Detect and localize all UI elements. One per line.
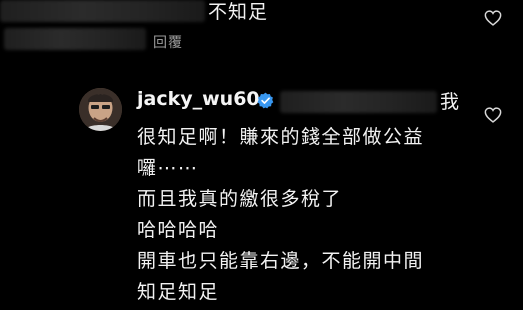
- reply-button[interactable]: 回覆: [153, 32, 183, 52]
- blurred-comment-text: [0, 0, 205, 22]
- comment-line-3: 而且我真的繳很多稅了: [137, 188, 343, 210]
- avatar[interactable]: [79, 88, 122, 131]
- comment-first-line-tail: 我: [440, 91, 461, 113]
- comment-line-5: 開車也只能靠右邊，不能開中間: [137, 250, 425, 272]
- comment-line-2: 囉⋯⋯: [137, 157, 199, 179]
- heart-outline-icon[interactable]: [484, 107, 502, 123]
- blurred-comment-meta: [4, 28, 146, 50]
- comment-line-6: 知足知足: [137, 281, 220, 303]
- avatar-image: [79, 88, 122, 131]
- verified-badge-icon: [257, 92, 274, 109]
- comment-line-1: 很知足啊！賺來的錢全部做公益: [137, 126, 425, 148]
- top-comment-text: 不知足: [208, 1, 269, 23]
- heart-outline-icon[interactable]: [484, 10, 502, 26]
- comment-line-4: 哈哈哈哈: [137, 219, 220, 241]
- blurred-mention: [280, 91, 437, 113]
- comment-username[interactable]: jacky_wu60: [137, 88, 260, 110]
